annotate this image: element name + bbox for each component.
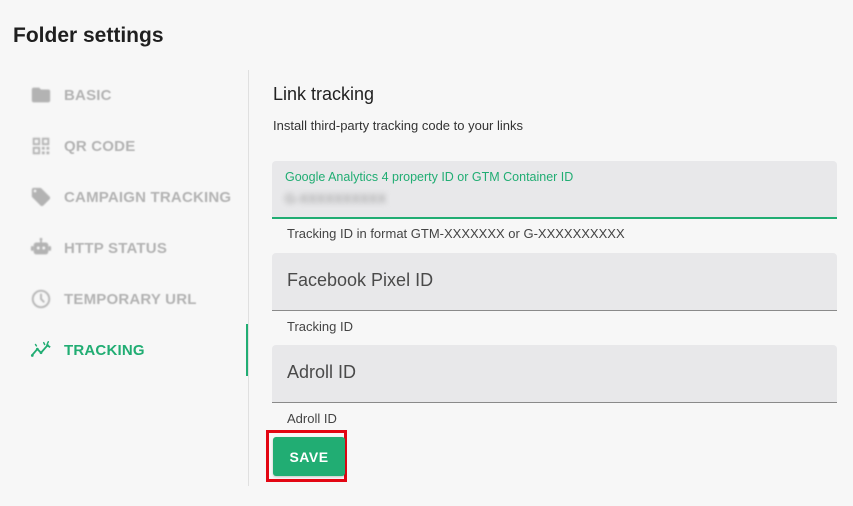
active-indicator <box>246 324 248 376</box>
sidebar-item-basic[interactable]: BASIC <box>28 75 248 115</box>
ga4-helper-text: Tracking ID in format GTM-XXXXXXX or G-X… <box>287 226 625 241</box>
save-button[interactable]: SAVE <box>273 437 345 476</box>
facebook-pixel-input[interactable] <box>285 269 819 292</box>
page-title: Folder settings <box>13 24 164 47</box>
sidebar-item-label: CAMPAIGN TRACKING <box>64 188 232 206</box>
facebook-pixel-helper-text: Tracking ID <box>287 319 353 334</box>
adroll-field[interactable] <box>272 345 837 403</box>
sidebar-item-label: TRACKING <box>64 341 145 359</box>
sidebar-item-label: BASIC <box>64 86 112 104</box>
section-title: Link tracking <box>273 84 375 104</box>
sidebar-item-label: TEMPORARY URL <box>64 290 197 308</box>
tag-icon <box>28 184 54 210</box>
sidebar-item-label: HTTP STATUS <box>64 239 168 257</box>
sidebar-item-temporary-url[interactable]: TEMPORARY URL <box>28 279 248 319</box>
section-description: Install third-party tracking code to you… <box>273 118 523 133</box>
qr-code-icon <box>28 133 54 159</box>
ga4-field-label: Google Analytics 4 property ID or GTM Co… <box>285 170 574 184</box>
robot-icon <box>28 235 54 261</box>
settings-sidebar: BASIC QR CODE CAMPAIGN TRACKING HTTP STA… <box>28 70 249 486</box>
sidebar-item-label: QR CODE <box>64 137 136 155</box>
clock-icon <box>28 286 54 312</box>
sidebar-item-qr-code[interactable]: QR CODE <box>28 126 248 166</box>
adroll-helper-text: Adroll ID <box>287 411 337 426</box>
facebook-pixel-field[interactable] <box>272 253 837 311</box>
ga4-id-field[interactable]: Google Analytics 4 property ID or GTM Co… <box>272 161 837 219</box>
sidebar-item-campaign-tracking[interactable]: CAMPAIGN TRACKING <box>28 177 248 217</box>
trending-line-icon <box>28 337 54 363</box>
ga4-field-value[interactable]: G-XXXXXXXXXX <box>285 191 386 206</box>
sidebar-item-tracking[interactable]: TRACKING <box>28 330 248 370</box>
sidebar-item-http-status[interactable]: HTTP STATUS <box>28 228 248 268</box>
folder-icon <box>28 82 54 108</box>
adroll-input[interactable] <box>285 361 819 384</box>
